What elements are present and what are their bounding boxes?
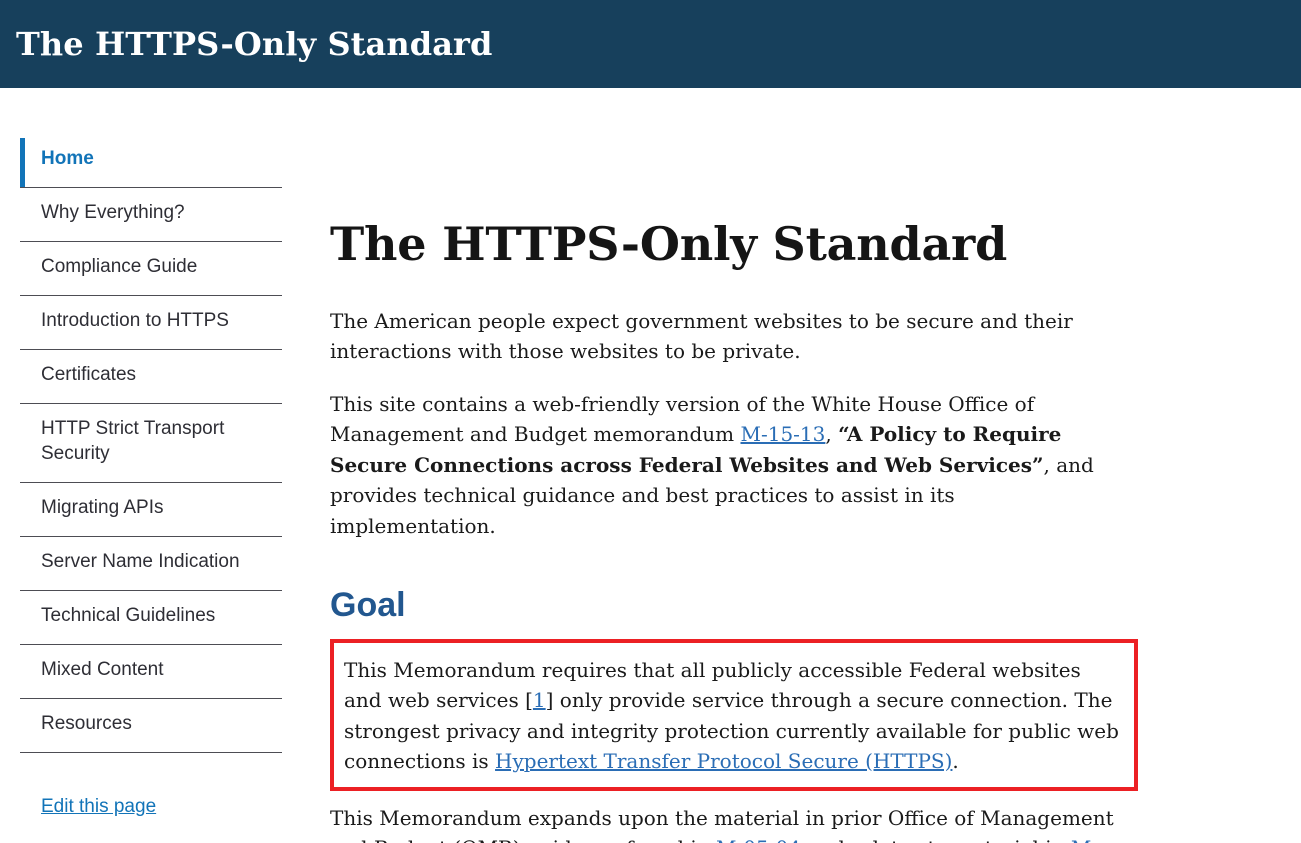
footnote-1-link[interactable]: 1 [533,688,546,712]
site-masthead: The HTTPS-Only Standard [0,0,1301,88]
sidebar-item-hsts-link[interactable]: HTTP Strict Transport Security [20,408,282,470]
sidebar-navigation: Home Why Everything? Compliance Guide In… [0,88,300,819]
sidebar-item-server-name-indication[interactable]: Server Name Indication [20,537,282,591]
edit-this-page-link[interactable]: Edit this page [41,796,156,817]
sidebar-item-resources[interactable]: Resources [20,699,282,753]
sidebar-item-certificates-link[interactable]: Certificates [20,354,282,391]
memorandum-m-05-04-link[interactable]: M-05-04 [716,836,801,843]
sidebar-item-compliance-guide-link[interactable]: Compliance Guide [20,246,282,283]
sidebar-edit-section: Edit this page [20,795,282,819]
goal-heading: Goal [330,586,406,625]
expands-paragraph: This Memorandum expands upon the materia… [330,803,1120,843]
sidebar-item-introduction-to-https-link[interactable]: Introduction to HTTPS [20,300,282,337]
memorandum-m-15-13-link[interactable]: M-15-13 [740,422,825,446]
site-description-text-2: , [825,422,839,447]
goal-highlight-callout: This Memorandum requires that all public… [330,638,1138,791]
page-body: Home Why Everything? Compliance Guide In… [0,88,1301,843]
sidebar-item-server-name-indication-link[interactable]: Server Name Indication [20,541,282,578]
sidebar-item-technical-guidelines[interactable]: Technical Guidelines [20,591,282,645]
sidebar-item-home[interactable]: Home [20,138,282,188]
https-wikipedia-link[interactable]: Hypertext Transfer Protocol Secure (HTTP… [495,749,952,773]
sidebar-item-migrating-apis-link[interactable]: Migrating APIs [20,487,282,524]
sidebar-item-home-link[interactable]: Home [20,138,282,175]
sidebar-item-technical-guidelines-link[interactable]: Technical Guidelines [20,595,282,632]
goal-paragraph: This Memorandum requires that all public… [344,655,1120,777]
sidebar-item-resources-link[interactable]: Resources [20,703,282,740]
sidebar-item-introduction-to-https[interactable]: Introduction to HTTPS [20,296,282,350]
sidebar-item-compliance-guide[interactable]: Compliance Guide [20,242,282,296]
sidebar-nav-list: Home Why Everything? Compliance Guide In… [20,138,282,753]
sidebar-item-certificates[interactable]: Certificates [20,350,282,404]
sidebar-item-mixed-content-link[interactable]: Mixed Content [20,649,282,686]
page-title: The HTTPS-Only Standard [330,217,1008,271]
expands-text-2: and relates to material in [801,836,1071,843]
sidebar-item-mixed-content[interactable]: Mixed Content [20,645,282,699]
main-content: The HTTPS-Only Standard The American peo… [300,88,1160,843]
site-description-paragraph: This site contains a web-friendly versio… [330,389,1120,542]
goal-text-3: . [952,749,959,774]
sidebar-item-why-everything[interactable]: Why Everything? [20,188,282,242]
intro-paragraph: The American people expect government we… [330,308,1073,364]
sidebar-item-migrating-apis[interactable]: Migrating APIs [20,483,282,537]
site-title: The HTTPS-Only Standard [16,25,493,63]
sidebar-item-why-everything-link[interactable]: Why Everything? [20,192,282,229]
sidebar-item-hsts[interactable]: HTTP Strict Transport Security [20,404,282,483]
